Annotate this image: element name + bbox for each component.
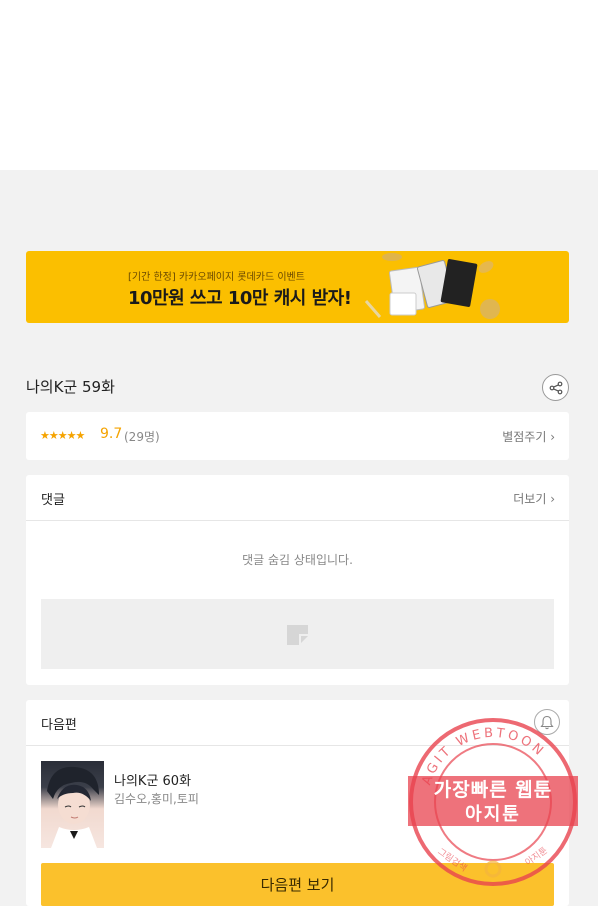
rating-count: (29명) — [124, 430, 160, 444]
next-episode-thumbnail[interactable] — [41, 761, 104, 848]
share-icon — [549, 381, 562, 394]
rating-stars: ★★★★★ — [40, 429, 85, 442]
ad-placeholder-icon — [287, 625, 308, 645]
watermark-line1: 가장빠른 웹툰 — [434, 779, 553, 801]
comment-more-link[interactable]: 더보기 › — [513, 490, 555, 507]
comment-header: 댓글 더보기 › — [26, 475, 569, 521]
rate-button[interactable]: 별점주기 › — [502, 428, 555, 445]
next-episode-authors: 김수오,홍미,토피 — [114, 792, 199, 806]
watermark-line2: 아지툰 — [465, 804, 521, 825]
banner-headline: 10만원 쓰고 10만 캐시 받자! — [128, 288, 352, 309]
next-episode-title[interactable]: 나의K군 60화 — [114, 770, 191, 789]
watermark-g-icon — [484, 860, 502, 878]
episode-title: 나의K군 59화 — [26, 378, 115, 396]
banner-cards-illustration — [364, 253, 500, 319]
ad-placeholder[interactable] — [41, 599, 554, 669]
thumbnail-illustration — [47, 766, 99, 848]
share-button[interactable] — [542, 374, 569, 401]
banner-subtitle: [기간 한정] 카카오페이지 롯데카드 이벤트 — [128, 272, 305, 283]
rating-score: 9.7 — [100, 426, 123, 442]
next-episode-label: 다음편 — [41, 718, 77, 733]
top-blank-area — [0, 0, 598, 170]
watermark-stamp: AGIT WEBTOON 가장빠른 웹툰 아지툰 그림검색 아지툰 — [408, 718, 578, 886]
event-banner[interactable]: [기간 한정] 카카오페이지 롯데카드 이벤트 10만원 쓰고 10만 캐시 받… — [26, 251, 569, 323]
comment-label: 댓글 — [41, 493, 65, 508]
rating-card: ★★★★★ 9.7 (29명) 별점주기 › — [26, 412, 569, 460]
watermark-ring-left: 그림검색 — [435, 845, 469, 874]
comment-section: 댓글 더보기 › 댓글 숨김 상태입니다. — [26, 475, 569, 685]
comment-hidden-message: 댓글 숨김 상태입니다. — [242, 553, 353, 567]
